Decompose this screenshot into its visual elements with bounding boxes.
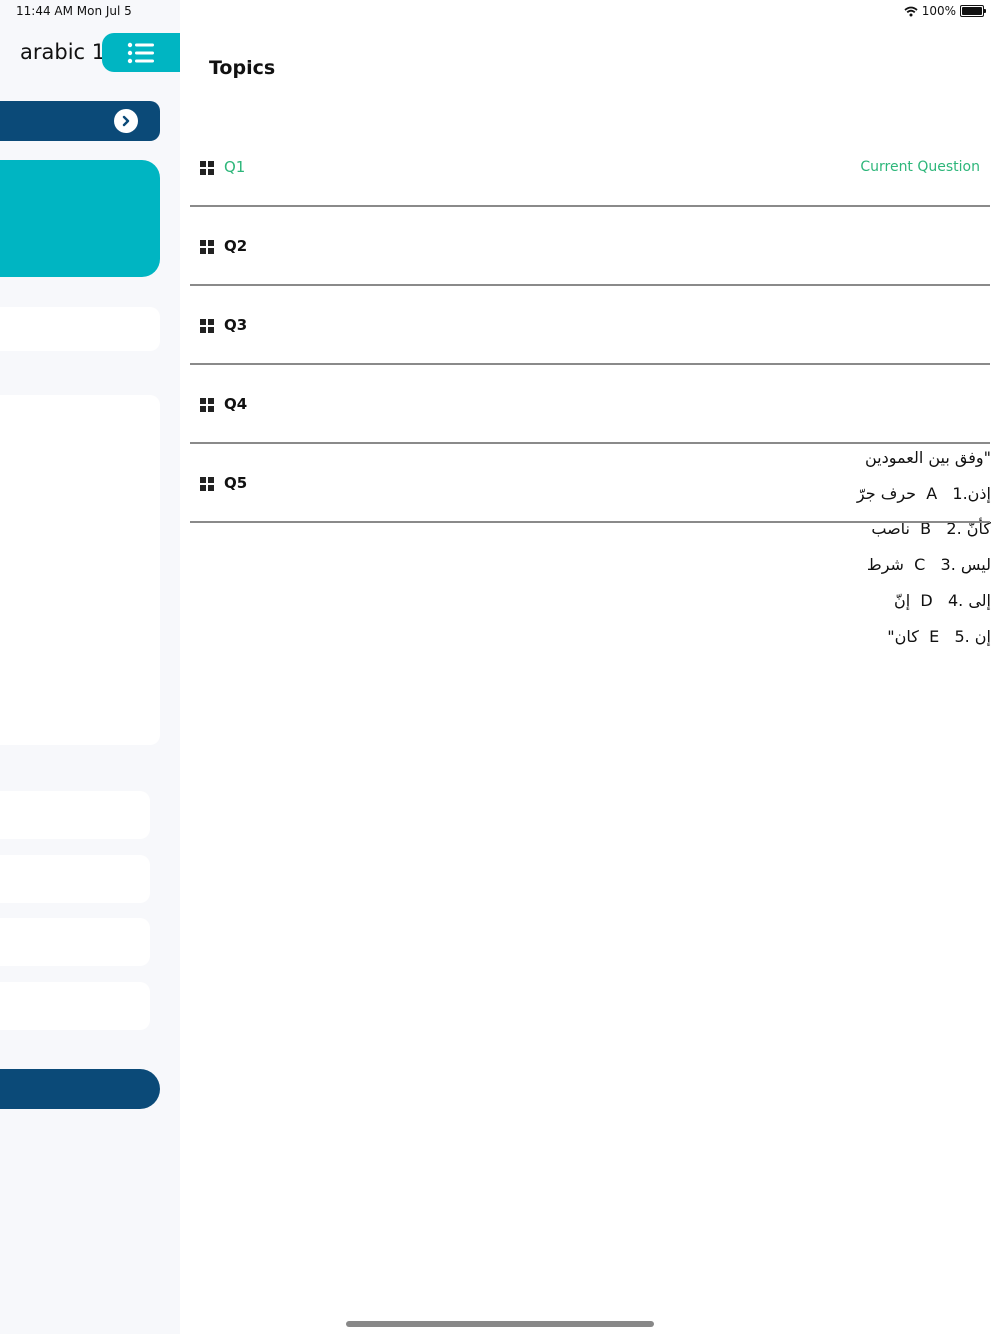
topic-row-q3[interactable]: Q3 xyxy=(190,286,990,365)
sidebar-title: arabic 1 xyxy=(20,40,106,64)
topics-title: Topics xyxy=(209,57,276,79)
answer-option[interactable] xyxy=(0,918,150,966)
home-indicator[interactable] xyxy=(346,1321,654,1327)
topic-row-q2[interactable]: Q2 xyxy=(190,207,990,286)
topic-label: Q5 xyxy=(224,474,248,492)
list-icon xyxy=(127,42,154,63)
topic-row-q1[interactable]: Q1 Current Question xyxy=(190,128,990,207)
status-time: 11:44 AM Mon Jul 5 xyxy=(16,4,132,18)
submit-button[interactable] xyxy=(0,1069,160,1109)
chevron-right-icon xyxy=(122,115,130,127)
wifi-icon xyxy=(904,6,918,16)
question-card xyxy=(0,395,160,745)
next-button[interactable] xyxy=(114,109,138,133)
answer-option[interactable] xyxy=(0,982,150,1030)
answer-option[interactable] xyxy=(0,791,150,839)
battery-icon xyxy=(960,5,986,17)
header-card xyxy=(0,160,160,277)
topic-label: Q2 xyxy=(224,237,248,255)
grid-icon xyxy=(200,477,214,491)
grid-icon xyxy=(200,398,214,412)
info-field xyxy=(0,307,160,351)
topic-label: Q4 xyxy=(224,395,248,413)
grid-icon xyxy=(200,240,214,254)
topic-label: Q1 xyxy=(224,158,246,176)
menu-button[interactable] xyxy=(102,33,180,72)
grid-icon xyxy=(200,319,214,333)
status-bar: 11:44 AM Mon Jul 5 100% xyxy=(0,0,1000,24)
current-question-label: Current Question xyxy=(860,159,980,175)
topic-row-q4[interactable]: Q4 xyxy=(190,365,990,444)
battery-percent: 100% xyxy=(921,4,956,18)
topic-label: Q3 xyxy=(224,316,248,334)
navigation-bar xyxy=(0,101,160,141)
topic-row-q5[interactable]: Q5 xyxy=(190,444,990,523)
topic-list: Q1 Current Question Q2 Q3 Q4 Q5 xyxy=(190,128,990,523)
status-right: 100% xyxy=(904,4,986,18)
grid-icon xyxy=(200,161,214,175)
answer-option[interactable] xyxy=(0,855,150,903)
